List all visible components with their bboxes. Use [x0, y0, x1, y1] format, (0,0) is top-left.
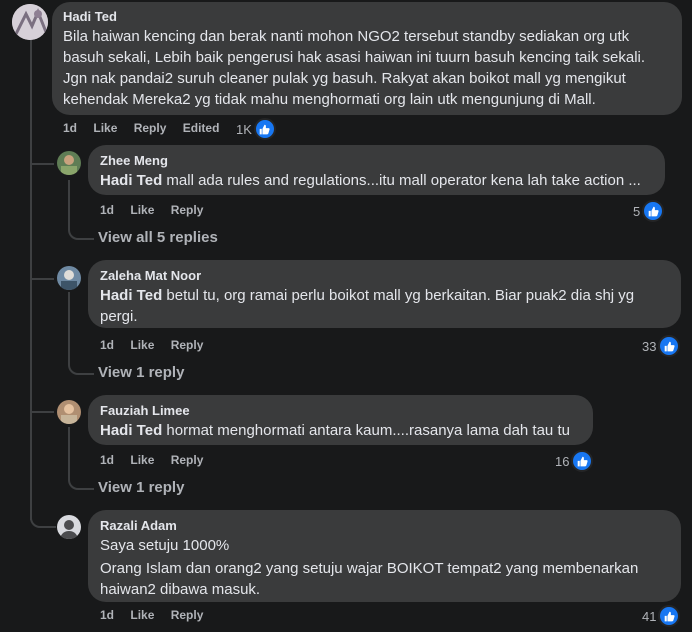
like-link[interactable]: Like — [130, 203, 154, 217]
like-link[interactable]: Like — [93, 121, 117, 135]
reply-time[interactable]: 1d — [100, 338, 114, 352]
mention[interactable]: Hadi Ted — [100, 287, 162, 304]
avatar-image — [57, 151, 81, 175]
view-replies-link[interactable]: View 1 reply — [98, 479, 184, 496]
reply-thread-line — [68, 180, 94, 240]
reaction-count[interactable]: 1K — [236, 118, 276, 140]
view-replies-link[interactable]: View 1 reply — [98, 364, 184, 381]
reaction-count-value: 16 — [555, 453, 570, 469]
reply-author[interactable]: Razali Adam — [100, 518, 669, 533]
comment-author[interactable]: Hadi Ted — [63, 9, 670, 24]
reply-text: hormat menghormati antara kaum....rasany… — [166, 422, 570, 439]
like-icon — [642, 200, 665, 222]
reply-bubble: Zhee Meng Hadi Ted mall ada rules and re… — [88, 145, 665, 195]
reaction-count-value: 1K — [236, 121, 252, 137]
reply-bubble: Razali Adam Saya setuju 1000% Orang Isla… — [88, 510, 681, 602]
thread-branch — [30, 411, 54, 413]
avatar[interactable] — [57, 400, 81, 424]
reply-actions: 1d Like Reply — [100, 608, 216, 622]
avatar[interactable] — [57, 515, 81, 539]
comment-time[interactable]: 1d — [63, 121, 77, 135]
view-replies-link[interactable]: View all 5 replies — [98, 229, 218, 246]
thread-branch — [30, 163, 54, 165]
like-icon — [658, 605, 681, 627]
avatar-image — [57, 400, 81, 424]
avatar[interactable] — [57, 266, 81, 290]
thread-branch — [30, 278, 54, 280]
reply-link[interactable]: Reply — [171, 608, 204, 622]
comment-text: Bila haiwan kencing dan berak nanti moho… — [63, 28, 646, 108]
mention[interactable]: Hadi Ted — [100, 422, 162, 439]
reply-bubble: Zaleha Mat Noor Hadi Ted betul tu, org r… — [88, 260, 681, 328]
reaction-count-value: 33 — [642, 338, 657, 354]
like-icon — [658, 335, 681, 357]
thread-line-main — [30, 40, 32, 100]
like-link[interactable]: Like — [130, 608, 154, 622]
reply-link[interactable]: Reply — [134, 121, 167, 135]
like-icon — [253, 118, 276, 140]
reply-text-line: Saya setuju 1000% — [100, 537, 230, 554]
reaction-count[interactable]: 16 — [555, 450, 594, 472]
reaction-count[interactable]: 5 — [633, 200, 665, 222]
default-avatar-icon — [57, 515, 81, 539]
reply-time[interactable]: 1d — [100, 453, 114, 467]
reaction-count-value: 5 — [633, 203, 641, 219]
avatar[interactable] — [12, 4, 48, 40]
reply-time[interactable]: 1d — [100, 608, 114, 622]
like-link[interactable]: Like — [130, 338, 154, 352]
reaction-count-value: 41 — [642, 608, 657, 624]
mention[interactable]: Hadi Ted — [100, 172, 162, 189]
reply-time[interactable]: 1d — [100, 203, 114, 217]
reply-text: mall ada rules and regulations...itu mal… — [166, 172, 641, 189]
comment-bubble: Hadi Ted Bila haiwan kencing dan berak n… — [52, 2, 682, 115]
reaction-count[interactable]: 41 — [642, 605, 681, 627]
like-icon — [571, 450, 594, 472]
edited-label: Edited — [182, 121, 220, 135]
reply-author[interactable]: Zhee Meng — [100, 153, 653, 168]
comment-actions: 1d Like Reply Edited — [63, 121, 232, 135]
reply-link[interactable]: Reply — [171, 453, 204, 467]
avatar[interactable] — [57, 151, 81, 175]
reply-actions: 1d Like Reply — [100, 338, 216, 352]
avatar-image — [57, 266, 81, 290]
reply-actions: 1d Like Reply — [100, 453, 216, 467]
thread-branch — [30, 500, 56, 528]
reaction-count[interactable]: 33 — [642, 335, 681, 357]
reply-link[interactable]: Reply — [171, 203, 204, 217]
reply-author[interactable]: Fauziah Limee — [100, 403, 581, 418]
reply-text-line: Orang Islam dan orang2 yang setuju wajar… — [100, 560, 639, 598]
avatar-image — [12, 4, 48, 40]
reply-bubble: Fauziah Limee Hadi Ted hormat menghormat… — [88, 395, 593, 445]
reply-link[interactable]: Reply — [171, 338, 204, 352]
reply-text: betul tu, org ramai perlu boikot mall yg… — [100, 287, 635, 325]
like-link[interactable]: Like — [130, 453, 154, 467]
reply-actions: 1d Like Reply — [100, 203, 216, 217]
reply-author[interactable]: Zaleha Mat Noor — [100, 268, 669, 283]
